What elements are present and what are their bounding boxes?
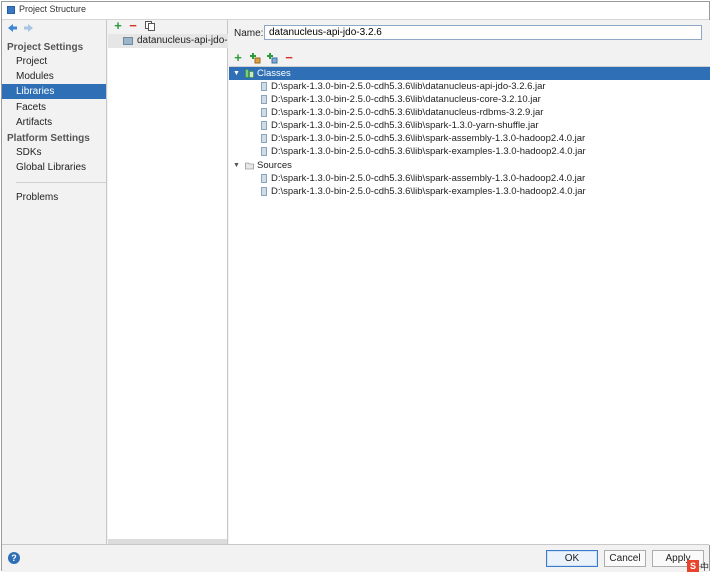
name-input[interactable]: [264, 25, 702, 40]
remove-icon[interactable]: −: [127, 19, 139, 32]
jar-icon: [261, 95, 267, 104]
jar-path: D:\spark-1.3.0-bin-2.5.0-cdh5.3.6\lib\sp…: [271, 133, 586, 144]
nav-item-problems[interactable]: Problems: [2, 190, 106, 205]
library-item[interactable]: datanucleus-api-jdo-3.: [108, 34, 228, 48]
source-jar-row[interactable]: D:\spark-1.3.0-bin-2.5.0-cdh5.3.6\lib\sp…: [229, 185, 710, 198]
library-icon: [123, 37, 133, 45]
jar-icon: [261, 147, 267, 156]
jar-icon: [261, 82, 267, 91]
project-structure-window: Project Structure Project Settings Proje…: [1, 1, 710, 572]
ime-watermark: S 中: [687, 560, 711, 572]
ime-char: 中: [700, 562, 710, 572]
jar-icon: [261, 174, 267, 183]
nav-item-project[interactable]: Project: [2, 54, 106, 69]
jar-icon: [261, 108, 267, 117]
help-icon[interactable]: ?: [8, 552, 20, 564]
library-name: datanucleus-api-jdo-3.: [137, 35, 228, 46]
ok-button[interactable]: OK: [546, 550, 598, 567]
name-label: Name:: [234, 28, 264, 39]
libraries-toolbar: + −: [108, 19, 227, 34]
jar-path: D:\spark-1.3.0-bin-2.5.0-cdh5.3.6\lib\sp…: [271, 173, 586, 184]
jar-path: D:\spark-1.3.0-bin-2.5.0-cdh5.3.6\lib\sp…: [271, 120, 539, 131]
classes-icon: [245, 69, 254, 78]
jar-path: D:\spark-1.3.0-bin-2.5.0-cdh5.3.6\lib\da…: [271, 107, 544, 118]
class-jar-row[interactable]: D:\spark-1.3.0-bin-2.5.0-cdh5.3.6\lib\da…: [229, 106, 710, 119]
back-arrow-icon[interactable]: [6, 22, 18, 34]
collapse-caret-icon[interactable]: ▼: [233, 67, 240, 80]
platform-settings-header: Platform Settings: [7, 133, 90, 144]
nav-item-sdks[interactable]: SDKs: [2, 145, 106, 160]
forward-arrow-icon[interactable]: [23, 22, 35, 34]
nav-item-libraries[interactable]: Libraries: [2, 84, 106, 99]
jar-path: D:\spark-1.3.0-bin-2.5.0-cdh5.3.6\lib\da…: [271, 94, 541, 105]
folder-icon: [245, 162, 254, 170]
jar-icon: [261, 134, 267, 143]
class-jar-row[interactable]: D:\spark-1.3.0-bin-2.5.0-cdh5.3.6\lib\sp…: [229, 132, 710, 145]
add-icon[interactable]: +: [232, 51, 244, 64]
libraries-list-panel: + − datanucleus-api-jdo-3.: [108, 19, 228, 544]
cancel-button[interactable]: Cancel: [604, 550, 646, 567]
jar-path: D:\spark-1.3.0-bin-2.5.0-cdh5.3.6\lib\da…: [271, 81, 546, 92]
project-settings-header: Project Settings: [7, 42, 84, 53]
jar-icon: [261, 187, 267, 196]
jar-icon: [261, 121, 267, 130]
collapse-caret-icon[interactable]: ▼: [233, 159, 240, 172]
app-icon: [7, 6, 15, 14]
class-jar-row[interactable]: D:\spark-1.3.0-bin-2.5.0-cdh5.3.6\lib\da…: [229, 80, 710, 93]
class-jar-row[interactable]: D:\spark-1.3.0-bin-2.5.0-cdh5.3.6\lib\sp…: [229, 119, 710, 132]
class-jar-row[interactable]: D:\spark-1.3.0-bin-2.5.0-cdh5.3.6\lib\da…: [229, 93, 710, 106]
nav-item-global-libraries[interactable]: Global Libraries: [2, 160, 106, 175]
source-jar-row[interactable]: D:\spark-1.3.0-bin-2.5.0-cdh5.3.6\lib\sp…: [229, 172, 710, 185]
library-detail-panel: Name: + − ▼ Classes D:\spa: [229, 20, 710, 545]
add-classes-icon[interactable]: [249, 52, 261, 64]
dialog-footer: ? OK Cancel Apply: [2, 544, 709, 572]
sources-node[interactable]: ▼ Sources: [229, 159, 710, 172]
class-jar-row[interactable]: D:\spark-1.3.0-bin-2.5.0-cdh5.3.6\lib\sp…: [229, 145, 710, 158]
sources-label: Sources: [257, 160, 292, 171]
classes-node[interactable]: ▼ Classes: [229, 67, 710, 80]
add-icon[interactable]: +: [112, 19, 124, 32]
library-roots-tree: ▼ Classes D:\spark-1.3.0-bin-2.5.0-cdh5.…: [229, 66, 710, 545]
add-jar-icon[interactable]: [266, 52, 278, 64]
nav-arrows: [6, 22, 37, 36]
roots-toolbar: + −: [229, 50, 710, 66]
nav-item-facets[interactable]: Facets: [2, 100, 106, 115]
jar-path: D:\spark-1.3.0-bin-2.5.0-cdh5.3.6\lib\sp…: [271, 146, 586, 157]
nav-divider: [16, 182, 106, 183]
nav-item-artifacts[interactable]: Artifacts: [2, 115, 106, 130]
copy-icon[interactable]: [144, 20, 156, 32]
ime-badge: S: [687, 560, 699, 572]
title-bar: Project Structure: [2, 2, 709, 20]
window-title: Project Structure: [19, 4, 87, 14]
jar-path: D:\spark-1.3.0-bin-2.5.0-cdh5.3.6\lib\sp…: [271, 186, 586, 197]
classes-label: Classes: [257, 68, 291, 79]
settings-nav: Project Settings Project Modules Librari…: [2, 20, 107, 544]
nav-item-modules[interactable]: Modules: [2, 69, 106, 84]
remove-icon[interactable]: −: [283, 51, 295, 64]
